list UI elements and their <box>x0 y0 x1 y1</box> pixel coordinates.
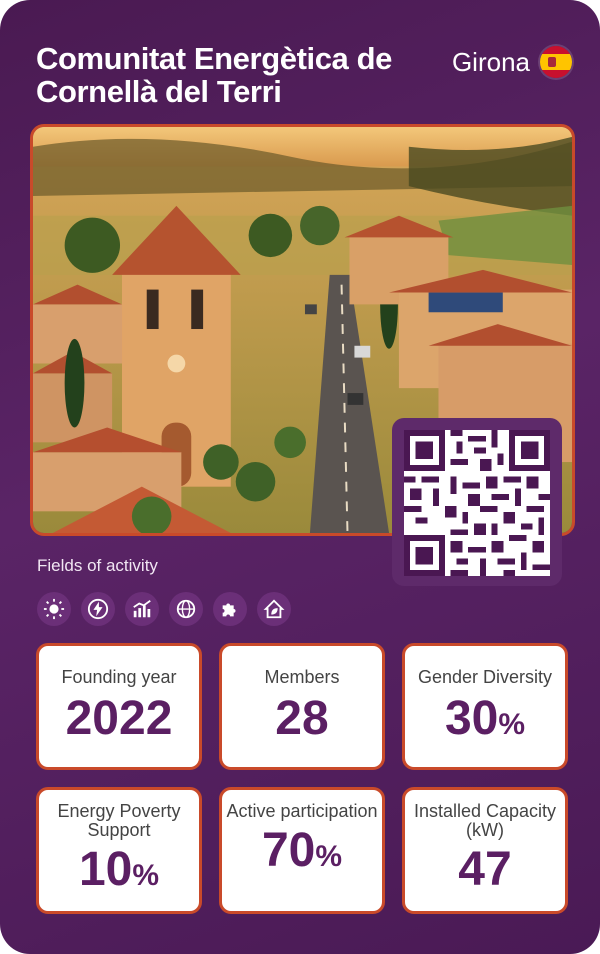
stat-label: Energy Poverty Support <box>57 801 181 840</box>
stat-value: 28 <box>275 692 329 745</box>
stat-card-gender-diversity: Gender Diversity 30% <box>402 643 568 770</box>
community-title: Comunitat Energètica de Cornellà del Ter… <box>36 41 392 109</box>
stat-value: 30% <box>444 692 526 745</box>
stat-value: 2022 <box>65 692 173 745</box>
stat-card-members: Members 28 <box>219 643 385 770</box>
stat-label: Gender Diversity <box>417 667 553 687</box>
stat-card-active-participation: Active participation 70% <box>219 787 385 914</box>
stat-label: Founding year <box>61 667 177 687</box>
activity-icons <box>37 592 291 626</box>
community-card: Comunitat Energètica de Cornellà del Ter… <box>0 0 600 954</box>
region: Girona <box>452 46 572 78</box>
stat-label: Installed Capacity (kW) <box>413 801 557 840</box>
stat-value: 10% <box>78 843 160 896</box>
fields-of-activity-label: Fields of activity <box>37 556 158 575</box>
stat-label: Active participation <box>226 801 378 821</box>
stat-card-founding-year: Founding year 2022 <box>36 643 202 770</box>
qr-code-panel[interactable] <box>392 418 562 586</box>
house-leaf-icon <box>257 592 291 626</box>
stat-card-installed-capacity: Installed Capacity (kW) 47 <box>402 787 568 914</box>
stat-value: 70% <box>261 824 343 877</box>
stat-card-energy-poverty-support: Energy Poverty Support 10% <box>36 787 202 914</box>
puzzle-piece-icon <box>213 592 247 626</box>
efficiency-chart-icon <box>125 592 159 626</box>
stat-value: 47 <box>458 843 512 896</box>
lightning-bolt-icon <box>81 592 115 626</box>
region-name: Girona <box>451 46 530 77</box>
sun-icon <box>37 592 71 626</box>
stat-label: Members <box>264 667 340 687</box>
globe-icon <box>169 592 203 626</box>
spain-flag-icon <box>540 46 572 78</box>
qr-code[interactable] <box>404 430 550 576</box>
